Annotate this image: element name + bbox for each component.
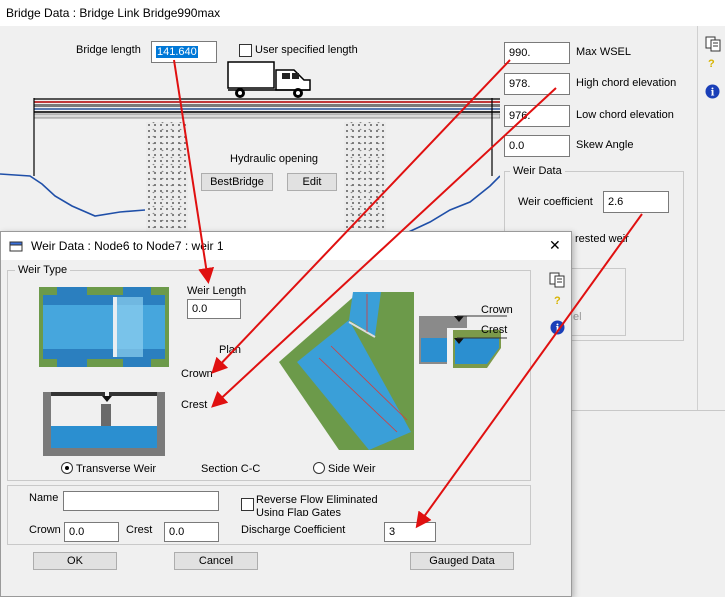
bridge-bottom-divider [570,410,725,411]
bridge-length-value: 141.640 [156,46,198,58]
high-chord-input[interactable]: 978. [504,73,570,95]
crown-input[interactable]: 0.0 [64,522,119,542]
bridge-pier-left [146,122,188,236]
high-chord-label: High chord elevation [576,77,677,89]
transverse-weir-section-image [43,392,165,456]
bridge-length-label: Bridge length [76,44,141,56]
low-chord-label: Low chord elevation [576,109,674,121]
discharge-coefficient-label: Discharge Coefficient [241,524,346,536]
crest-label: Crest [181,399,208,411]
weir-length-input[interactable]: 0.0 [187,299,241,319]
weir-length-label: Weir Length [187,285,247,297]
gauged-data-button[interactable]: Gauged Data [410,552,514,570]
crown-field-label: Crown [29,524,61,536]
close-icon[interactable]: ✕ [549,237,561,254]
copy-icon[interactable] [705,36,721,52]
bridge-weir-data-title: Weir Data [510,165,565,177]
reverse-flow-label: Reverse Flow Eliminated [256,494,378,506]
edit-button[interactable]: Edit [287,173,337,191]
bridge-window-title: Bridge Data : Bridge Link Bridge990max [6,6,221,20]
user-specified-length-checkbox[interactable] [239,44,252,57]
weir-copy-icon[interactable] [549,272,565,288]
weir-info-icon[interactable]: i [550,320,565,335]
skew-angle-input[interactable]: 0.0 [504,135,570,157]
name-input[interactable] [63,491,219,511]
side-crest-label: Crest [481,324,508,336]
help-icon[interactable]: ? [708,58,715,70]
reverse-flow-label-2-clip: Using Flap Gates [256,507,396,516]
truck-icon [227,61,311,98]
weir-title-bar: Weir Data : Node6 to Node7 : weir 1 ✕ [1,232,571,260]
info-icon[interactable]: i [705,84,720,99]
crest-input[interactable]: 0.0 [164,522,219,542]
bridge-cross-section [0,98,500,236]
transverse-weir-plan-image [39,287,169,367]
side-weir-plan-image [279,292,414,450]
hydraulic-opening-label: Hydraulic opening [230,153,319,165]
bridge-drawing [0,26,500,236]
bridge-title-bar: Bridge Data : Bridge Link Bridge990max [0,0,725,26]
weir-type-title: Weir Type [15,264,71,276]
section-cc-label: Section C-C [201,463,261,475]
bridge-right-toolbar: ? i [697,26,725,411]
crest-field-label: Crest [126,524,153,536]
cancel-button[interactable]: Cancel [174,552,258,570]
bridge-pier-right [344,122,386,236]
max-wsel-input[interactable]: 990. [504,42,570,64]
bridge-partial-label: el [573,311,582,323]
svg-text:i: i [556,324,560,335]
max-wsel-label: Max WSEL [576,46,632,58]
side-weir-label: Side Weir [328,463,376,475]
skew-angle-label: Skew Angle [576,139,634,151]
reverse-flow-label-2: Using Flap Gates [256,507,341,516]
plan-label: Plan [219,344,242,356]
user-specified-length-label: User specified length [255,44,358,56]
transverse-weir-radio[interactable] [61,462,73,474]
weir-window-icon [9,241,23,252]
transverse-weir-label: Transverse Weir [76,463,157,475]
discharge-coefficient-input[interactable]: 3 [384,522,436,542]
weir-coefficient-label: Weir coefficient [518,196,593,208]
name-label: Name [29,492,59,504]
svg-text:i: i [711,88,715,99]
bridge-length-input[interactable]: 141.640 [151,41,217,63]
side-weir-radio[interactable] [313,462,325,474]
reverse-flow-checkbox[interactable] [241,498,254,511]
side-crown-label: Crown [481,304,513,316]
weir-help-icon[interactable]: ? [554,295,561,307]
side-weir-section-image [417,308,507,374]
weir-dialog-title: Weir Data : Node6 to Node7 : weir 1 [31,239,224,253]
low-chord-input[interactable]: 976. [504,105,570,127]
ok-button[interactable]: OK [33,552,117,570]
broad-crested-weir-label: rested weir [575,233,629,245]
weir-data-dialog: Weir Data : Node6 to Node7 : weir 1 ✕ ? … [0,231,572,597]
weir-coefficient-input[interactable]: 2.6 [603,191,669,213]
bestbridge-button[interactable]: BestBridge [201,173,273,191]
crown-label: Crown [181,368,213,380]
